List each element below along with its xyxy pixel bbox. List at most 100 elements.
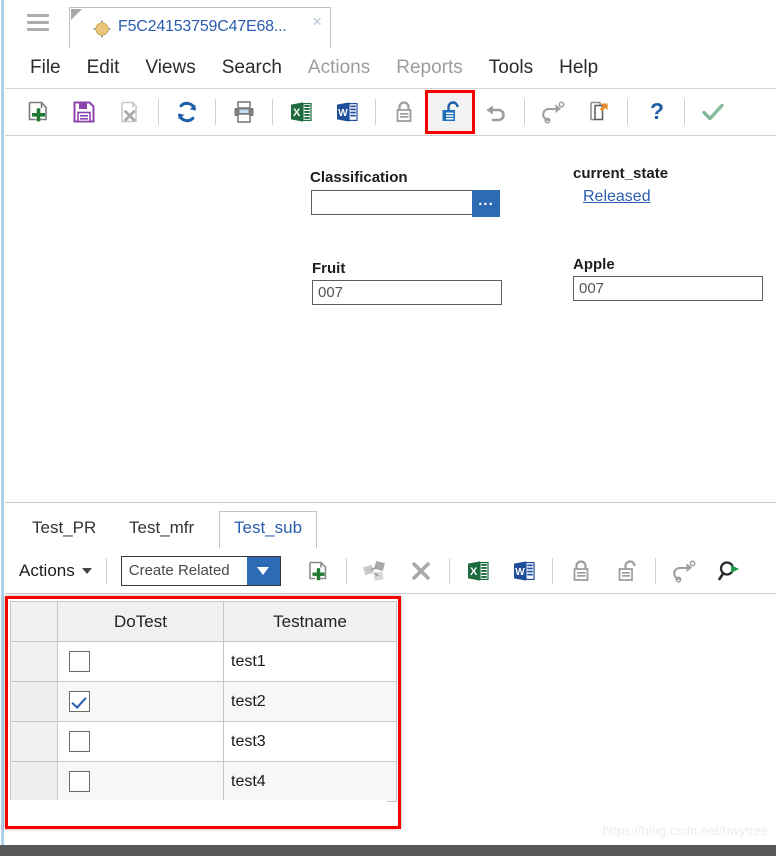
check-icon[interactable] bbox=[690, 92, 736, 132]
table-row[interactable]: test3 bbox=[10, 721, 397, 762]
undo-icon[interactable] bbox=[473, 92, 519, 132]
menu-bar: File Edit Views Search Actions Reports T… bbox=[5, 48, 776, 89]
lock-icon[interactable] bbox=[558, 551, 604, 591]
export-excel-icon[interactable]: X bbox=[455, 551, 501, 591]
dotest-checkbox[interactable] bbox=[69, 651, 90, 672]
test-grid: DoTest Testname test1 test2 test3 test4 bbox=[10, 601, 397, 802]
testname-cell[interactable]: test3 bbox=[223, 721, 397, 762]
row-selector-cell[interactable] bbox=[10, 761, 58, 802]
menu-item-reports: Reports bbox=[396, 57, 463, 78]
eclipse-document-icon bbox=[92, 19, 112, 39]
dotest-checkbox[interactable] bbox=[69, 771, 90, 792]
fruit-value: 007 bbox=[318, 284, 344, 301]
classification-picker-button[interactable]: ... bbox=[472, 190, 500, 217]
remove-icon[interactable] bbox=[398, 551, 444, 591]
menu-item-tools[interactable]: Tools bbox=[476, 57, 546, 79]
fruit-label: Fruit bbox=[312, 260, 346, 277]
redo-icon[interactable] bbox=[530, 92, 576, 132]
chevron-down-icon bbox=[81, 567, 92, 574]
export-excel-icon[interactable]: X bbox=[278, 92, 324, 132]
lock-icon[interactable] bbox=[381, 92, 427, 132]
toolbar-separator bbox=[272, 99, 273, 125]
create-related-combo[interactable]: Create Related bbox=[120, 555, 281, 586]
toolbar-separator bbox=[684, 99, 685, 125]
application-window: F5C24153759C47E68... × File Edit Views S… bbox=[0, 0, 776, 856]
column-header-select[interactable] bbox=[10, 601, 58, 642]
menu-item-views[interactable]: Views bbox=[132, 57, 208, 79]
sub-toolbar-separator bbox=[551, 557, 553, 584]
dotest-cell[interactable] bbox=[57, 761, 224, 802]
table-row[interactable]: test2 bbox=[10, 681, 397, 722]
menu-item-help[interactable]: Help bbox=[546, 57, 611, 79]
dotest-cell[interactable] bbox=[57, 721, 224, 762]
svg-text:?: ? bbox=[650, 99, 664, 124]
sub-toolbar-separator bbox=[448, 557, 450, 584]
current-state-label: current_state bbox=[573, 165, 669, 182]
table-row[interactable]: test1 bbox=[10, 641, 397, 682]
search-go-icon[interactable] bbox=[707, 551, 753, 591]
toolbar-separator bbox=[524, 99, 525, 125]
print-icon[interactable] bbox=[221, 92, 267, 132]
help-icon[interactable]: ? bbox=[633, 92, 679, 132]
sub-toolbar-separator bbox=[105, 557, 107, 584]
column-header-dotest[interactable]: DoTest bbox=[57, 601, 224, 642]
dotest-cell[interactable] bbox=[57, 641, 224, 682]
create-related-value: Create Related bbox=[128, 562, 230, 579]
close-icon[interactable]: × bbox=[312, 13, 322, 30]
bottom-bar bbox=[0, 845, 776, 856]
toolbar-separator bbox=[158, 99, 159, 125]
menu-item-search[interactable]: Search bbox=[209, 57, 295, 79]
column-header-testname[interactable]: Testname bbox=[223, 601, 397, 642]
current-state-link[interactable]: Released bbox=[583, 188, 651, 206]
classification-field[interactable]: ... bbox=[311, 190, 500, 217]
classification-label: Classification bbox=[310, 169, 408, 186]
toolbar-separator bbox=[627, 99, 628, 125]
structure-icon[interactable] bbox=[352, 551, 398, 591]
testname-cell[interactable]: test1 bbox=[223, 641, 397, 682]
dotest-cell[interactable] bbox=[57, 681, 224, 722]
sub-toolbar: Actions Create Related X W bbox=[5, 548, 776, 594]
new-icon[interactable] bbox=[15, 92, 61, 132]
menu-item-actions: Actions bbox=[307, 57, 371, 78]
sub-tab-test-mfr[interactable]: Test_mfr bbox=[115, 512, 208, 548]
copy-to-icon[interactable] bbox=[576, 92, 622, 132]
table-row[interactable]: test4 bbox=[10, 761, 397, 802]
testname-cell[interactable]: test4 bbox=[223, 761, 397, 802]
svg-text:W: W bbox=[515, 567, 525, 578]
table-header-row: DoTest Testname bbox=[10, 601, 397, 642]
export-word-icon[interactable]: W bbox=[324, 92, 370, 132]
dotest-checkbox[interactable] bbox=[69, 731, 90, 752]
sub-tab-test-pr[interactable]: Test_PR bbox=[18, 512, 110, 548]
unlock-icon[interactable] bbox=[425, 90, 475, 134]
document-tab-strip: F5C24153759C47E68... × bbox=[5, 0, 776, 49]
actions-dropdown[interactable]: Actions bbox=[19, 561, 92, 581]
apple-field[interactable]: 007 bbox=[573, 276, 763, 301]
document-tab-title: F5C24153759C47E68... bbox=[118, 18, 287, 35]
refresh-icon[interactable] bbox=[164, 92, 210, 132]
main-toolbar: X W ? bbox=[5, 89, 776, 136]
row-selector-cell[interactable] bbox=[10, 721, 58, 762]
hamburger-menu-icon[interactable] bbox=[27, 14, 49, 32]
export-word-icon[interactable]: W bbox=[501, 551, 547, 591]
create-related-chevron-down-icon[interactable] bbox=[246, 556, 280, 585]
grid-footer bbox=[10, 800, 387, 823]
row-selector-cell[interactable] bbox=[10, 641, 58, 682]
testname-cell[interactable]: test2 bbox=[223, 681, 397, 722]
add-row-icon[interactable] bbox=[295, 551, 341, 591]
sub-toolbar-separator bbox=[654, 557, 656, 584]
redo-icon[interactable] bbox=[661, 551, 707, 591]
watermark: https://blog.csdn.net/hwytree bbox=[602, 823, 768, 838]
unlock-icon[interactable] bbox=[604, 551, 650, 591]
save-icon[interactable] bbox=[61, 92, 107, 132]
sub-tab-test-sub[interactable]: Test_sub bbox=[219, 511, 318, 549]
delete-icon[interactable] bbox=[107, 92, 153, 132]
menu-item-file[interactable]: File bbox=[17, 57, 74, 79]
dotest-checkbox[interactable] bbox=[69, 691, 90, 712]
svg-text:W: W bbox=[338, 108, 348, 119]
row-selector-cell[interactable] bbox=[10, 681, 58, 722]
menu-item-edit[interactable]: Edit bbox=[74, 57, 133, 79]
toolbar-separator bbox=[375, 99, 376, 125]
document-tab[interactable]: F5C24153759C47E68... × bbox=[69, 7, 331, 48]
form-panel: Classification ... current_state Release… bbox=[5, 136, 776, 503]
fruit-field[interactable]: 007 bbox=[312, 280, 502, 305]
